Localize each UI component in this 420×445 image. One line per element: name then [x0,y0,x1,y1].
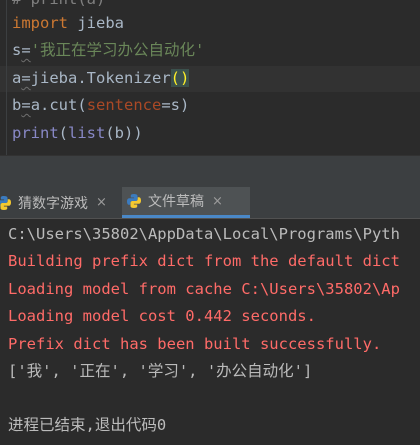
code-editor[interactable]: # print(a) import jieba s='我正在学习办公自动化' a… [0,0,420,155]
matched-parens: () [170,69,190,87]
python-icon [0,195,12,210]
tab-label: 文件草稿 [148,194,204,210]
console-line-exit-status: 进程已结束,退出代码0 [8,416,167,434]
console-line-stderr: Building prefix dict from the default di… [8,252,400,270]
open-paren: ( [58,124,69,142]
tab-guess-number[interactable]: 猜数字游戏 × [0,187,116,218]
variable-a: a [12,69,22,87]
code-line-5[interactable]: print(list(b)) [12,121,143,146]
console-line-output: ['我', '正在', '学习', '办公自动化'] [8,362,313,380]
code-line-1[interactable]: import jieba [12,11,124,36]
tab-draft-file[interactable]: 文件草稿 × [122,187,250,218]
string-literal: '我正在学习办公自动化' [30,41,205,59]
code-line-3[interactable]: a=jieba.Tokenizer() [12,66,190,91]
run-console[interactable]: C:\Users\35802\AppData\Local\Programs\Py… [0,219,420,445]
gutter-separator [6,0,7,155]
argument-value: =s) [161,96,190,114]
variable-s: s [12,41,22,59]
list-function: list [68,124,106,142]
print-function: print [12,124,59,142]
keyword-argument: sentence [86,96,162,114]
console-line-stderr: Prefix dict has been built successfully. [8,335,382,353]
assign-operator: = [21,69,31,87]
keyword-import: import [12,14,68,32]
console-line-command: C:\Users\35802\AppData\Local\Programs\Py… [8,225,400,243]
run-tab-bar: 猜数字游戏 × 文件草稿 × [0,187,420,219]
tokenizer-call: jieba.Tokenizer [30,69,171,87]
console-line-stderr: Loading model cost 0.442 seconds. [8,307,316,325]
call-args: (b)) [105,124,143,142]
console-line-stderr: Loading model from cache C:\Users\35802\… [8,280,400,298]
panel-splitter[interactable] [0,155,420,188]
tab-label: 猜数字游戏 [18,195,88,212]
code-line-2[interactable]: s='我正在学习办公自动化' [12,38,204,63]
comment-text: # print(a) [12,0,105,8]
variable-b: b [12,96,22,114]
close-icon[interactable]: × [96,195,107,210]
assign-operator: = [21,41,31,59]
python-icon [127,194,141,208]
assign-operator: = [21,96,31,114]
module-name: jieba [68,14,124,32]
code-line-4[interactable]: b=a.cut(sentence=s) [12,93,189,118]
close-icon[interactable]: × [212,194,223,209]
cut-call: a.cut( [30,96,87,114]
